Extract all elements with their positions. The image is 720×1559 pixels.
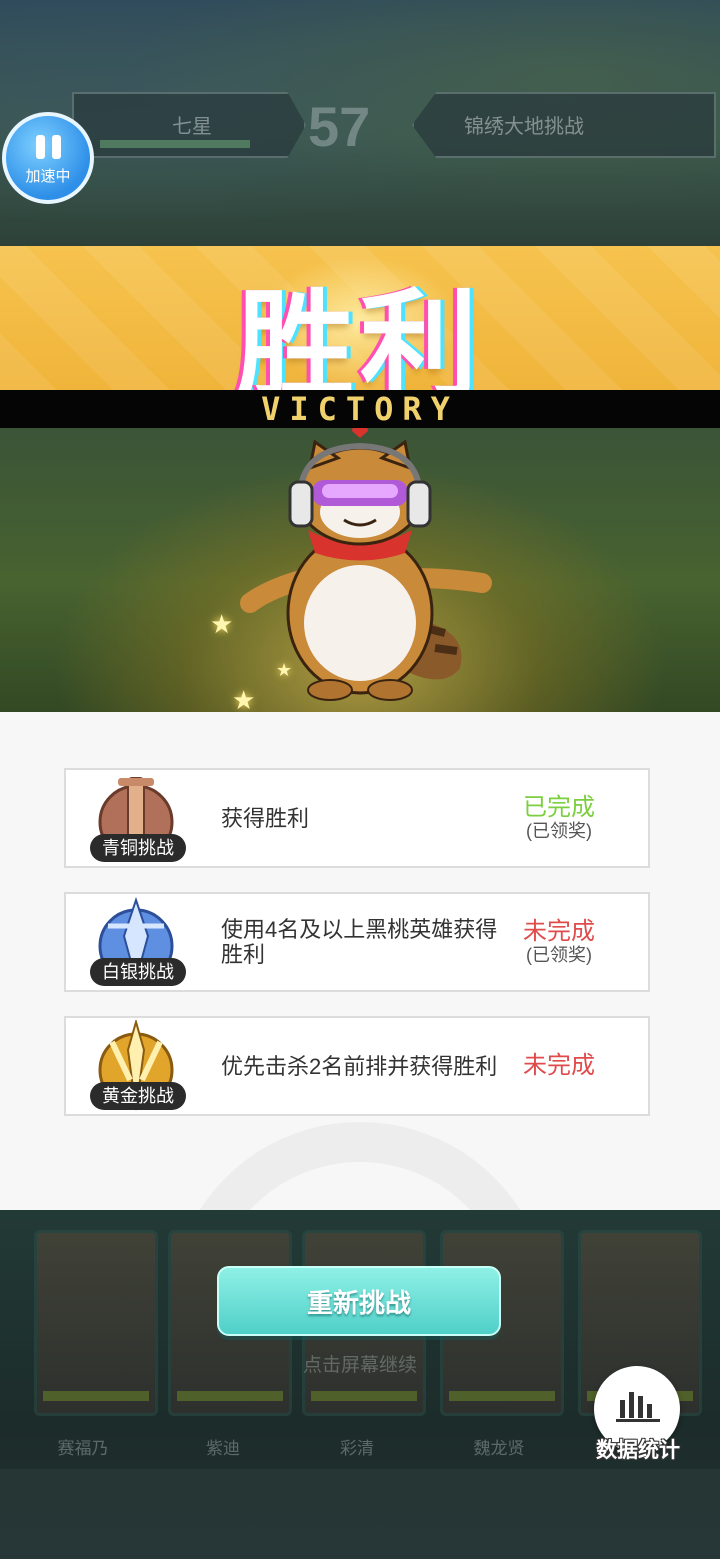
status-text: 已完成 bbox=[523, 794, 595, 821]
stats-label[interactable]: 数据统计 bbox=[586, 1434, 690, 1464]
pause-icon bbox=[35, 134, 61, 159]
hud-left-name: 七星 bbox=[172, 116, 212, 138]
challenge-row: 青铜挑战 获得胜利 已完成 (已领奖) bbox=[64, 768, 650, 868]
challenge-description: 使用4名及以上黑桃英雄获得胜利 bbox=[221, 917, 498, 967]
victory-title: 胜利 bbox=[235, 277, 484, 390]
hero-card bbox=[34, 1230, 158, 1416]
challenge-status: 未完成 bbox=[504, 1018, 614, 1114]
victory-subtitle-strip: VICTORY bbox=[0, 390, 720, 428]
status-text: 未完成 bbox=[523, 918, 595, 945]
challenge-tier-label: 黄金挑战 bbox=[90, 1082, 186, 1110]
sparkle-star-icon: ★ bbox=[210, 610, 234, 640]
reward-note: (已领奖) bbox=[526, 821, 592, 841]
battle-hud: 七星 57 锦绣大地挑战 bbox=[72, 92, 716, 162]
bar-chart-icon bbox=[616, 1392, 660, 1422]
hud-right-team: 锦绣大地挑战 bbox=[412, 92, 716, 158]
reward-note: (已领奖) bbox=[526, 945, 592, 965]
hud-right-name: 锦绣大地挑战 bbox=[464, 116, 584, 138]
hud-left-team: 七星 bbox=[72, 92, 306, 158]
hud-left-hp-bar bbox=[100, 140, 250, 148]
panel-watermark bbox=[170, 1122, 550, 1210]
victory-banner: 胜利 bbox=[0, 246, 720, 390]
challenge-status: 未完成 (已领奖) bbox=[504, 894, 614, 990]
sparkle-star-icon: ★ bbox=[232, 686, 256, 712]
challenge-row: 白银挑战 使用4名及以上黑桃英雄获得胜利 未完成 (已领奖) bbox=[64, 892, 650, 992]
retry-challenge-button[interactable]: 重新挑战 bbox=[217, 1266, 501, 1336]
challenge-tier-label: 青铜挑战 bbox=[90, 834, 186, 862]
challenge-description: 获得胜利 bbox=[221, 805, 310, 831]
hero-card-name: 魏龙贤 bbox=[473, 1439, 525, 1458]
status-text: 未完成 bbox=[523, 1052, 595, 1079]
challenge-panel: 青铜挑战 获得胜利 已完成 (已领奖) 白银挑战 使用4名及以上黑桃英雄获得胜利… bbox=[0, 712, 720, 1210]
raccoon-hero bbox=[240, 428, 492, 701]
sparkle-star-icon: ★ bbox=[276, 660, 293, 681]
speed-label: 加速中 bbox=[25, 167, 71, 185]
challenge-description: 优先击杀2名前排并获得胜利 bbox=[221, 1053, 498, 1079]
hero-card-name: 彩清 bbox=[340, 1439, 374, 1458]
challenge-status: 已完成 (已领奖) bbox=[504, 770, 614, 866]
victory-subtitle: VICTORY bbox=[261, 390, 459, 428]
bottom-toolbar bbox=[0, 1469, 720, 1559]
hud-score: 57 bbox=[308, 95, 371, 158]
hero-stage: ★ ★ ★ bbox=[0, 428, 720, 712]
hero-card-name: 紫迪 bbox=[206, 1439, 240, 1458]
challenge-tier-label: 白银挑战 bbox=[90, 958, 186, 986]
challenge-row: 黄金挑战 优先击杀2名前排并获得胜利 未完成 bbox=[64, 1016, 650, 1116]
hero-card-name: 赛福乃 bbox=[57, 1439, 109, 1458]
speed-toggle-button[interactable]: 加速中 bbox=[2, 112, 94, 204]
